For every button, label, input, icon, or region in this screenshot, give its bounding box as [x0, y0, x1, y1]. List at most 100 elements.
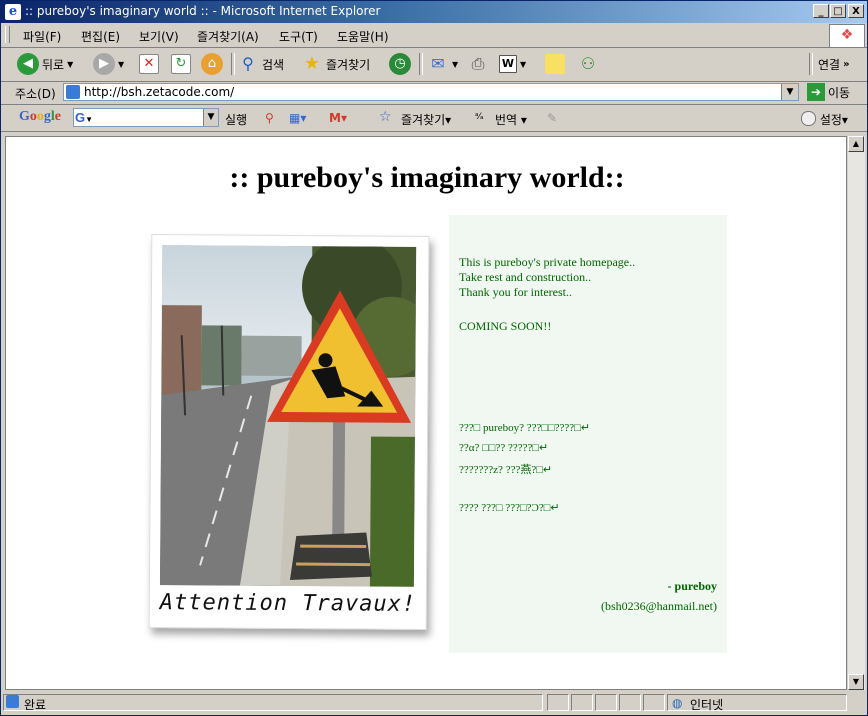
standard-toolbar: ◀ 뒤로 ▼ ▶ ▼ ✕ ↻ ⌂ ⚲ 검색 ★ 즐겨찾기 ◷ ✉ ▼ ⎙ W ▼…	[1, 48, 867, 82]
note-icon	[545, 54, 565, 74]
intro-line-1: This is pureboy's private homepage..	[459, 255, 636, 269]
intro-panel: This is pureboy's private homepage.. Tak…	[449, 215, 727, 653]
printer-icon: ⎙	[471, 54, 485, 73]
home-icon: ⌂	[201, 53, 223, 75]
menu-file[interactable]: 파일(F)	[23, 28, 61, 45]
polaroid-photo: Attention Travaux!	[148, 234, 430, 630]
favorites-button[interactable]: ★ 즐겨찾기	[301, 52, 370, 76]
status-cell-5	[643, 694, 665, 711]
back-dropdown-icon: ▼	[67, 59, 74, 69]
history-button[interactable]: ◷	[389, 52, 411, 76]
home-button[interactable]: ⌂	[201, 52, 223, 76]
search-icon: ⚲	[242, 54, 254, 73]
garbled-line-1: ???□ pureboy? ???□□????□↵	[459, 422, 591, 434]
google-translate-button[interactable]: 번역 ▾	[495, 111, 527, 128]
print-button[interactable]: ⎙	[467, 52, 489, 76]
forward-dropdown-icon: ▼	[118, 59, 125, 69]
google-favorites-button[interactable]: 즐겨찾기▾	[401, 111, 451, 128]
google-translate-label: 번역	[495, 113, 518, 127]
menu-favorites[interactable]: 즐겨찾기(A)	[197, 28, 259, 45]
favorites-label: 즐겨찾기	[326, 57, 371, 72]
window-title: :: pureboy's imaginary world :: - Micros…	[25, 4, 381, 18]
settings-circle-icon	[801, 111, 816, 126]
toolbar-separator	[231, 53, 235, 75]
back-arrow-icon: ◀	[17, 53, 39, 75]
google-search-dropdown-icon[interactable]: ▼	[203, 109, 218, 126]
google-favorites-label: 즐겨찾기	[401, 113, 446, 127]
star-icon: ★	[303, 53, 321, 74]
google-logo: Google	[19, 109, 61, 124]
photo-caption: Attention Travaux!	[159, 590, 417, 617]
status-cell-4	[619, 694, 641, 711]
title-bar: e :: pureboy's imaginary world :: - Micr…	[1, 1, 867, 23]
globe-icon: ◍	[672, 696, 683, 710]
intro-line-3: Thank you for interest..	[459, 285, 572, 299]
edit-dropdown-icon: ▼	[520, 59, 527, 69]
refresh-icon: ↻	[171, 54, 191, 74]
minimize-button[interactable]: _	[813, 4, 829, 18]
address-dropdown-icon[interactable]: ▼	[781, 84, 798, 100]
go-label: 이동	[828, 85, 851, 100]
garbled-line-3: ???????z? ???燕?□↵	[459, 464, 553, 476]
menu-tools[interactable]: 도구(T)	[279, 28, 318, 45]
discuss-button[interactable]	[545, 52, 565, 76]
maximize-button[interactable]: □	[830, 4, 846, 18]
map-pin-icon[interactable]: ⚲	[265, 111, 274, 125]
edit-button[interactable]: W ▼	[499, 52, 526, 76]
address-input[interactable]: http://bsh.zetacode.com/ ▼	[63, 83, 799, 101]
google-search-input[interactable]: G▼ ▼	[73, 108, 219, 127]
page-icon	[66, 85, 80, 99]
menu-grip	[5, 26, 10, 43]
browser-window: e :: pureboy's imaginary world :: - Micr…	[0, 0, 868, 716]
address-label: 주소(D)	[15, 87, 56, 101]
scroll-down-icon[interactable]: ▼	[848, 674, 864, 690]
forward-arrow-icon: ▶	[93, 53, 115, 75]
refresh-button[interactable]: ↻	[171, 52, 191, 76]
google-run-button[interactable]: 실행	[225, 111, 247, 128]
forward-button[interactable]: ▶ ▼	[93, 52, 124, 76]
status-text: 완료	[24, 698, 47, 712]
pencil-icon[interactable]: ✎	[547, 111, 557, 125]
google-toolbar: Google G▼ ▼ 실행 ⚲ ▦▾ M▾ ☆ 즐겨찾기▾ ᵃ⁄ₐ 번역 ▾ …	[1, 105, 867, 132]
google-star-icon[interactable]: ☆	[379, 109, 392, 125]
google-settings-button[interactable]: 설정▾	[801, 111, 848, 128]
page-done-icon	[6, 695, 19, 708]
go-arrow-icon: ➔	[807, 83, 825, 101]
back-button[interactable]: ◀ 뒤로 ▼	[17, 52, 73, 76]
google-settings-label: 설정	[819, 113, 842, 127]
page-title: :: pureboy's imaginary world::	[229, 161, 625, 194]
go-button[interactable]: ➔ 이동	[807, 83, 850, 101]
stop-icon: ✕	[139, 54, 159, 74]
stop-button[interactable]: ✕	[139, 52, 159, 76]
status-zone: 인터넷	[690, 698, 724, 712]
construction-photo	[159, 245, 417, 587]
menu-edit[interactable]: 편집(E)	[81, 28, 120, 45]
word-icon: W	[499, 55, 517, 73]
menu-view[interactable]: 보기(V)	[139, 28, 179, 45]
web-content: :: pureboy's imaginary world:: Attention…	[5, 136, 847, 690]
vertical-scrollbar[interactable]: ▲ ▼	[847, 136, 865, 690]
address-url[interactable]: http://bsh.zetacode.com/	[84, 85, 234, 99]
gmail-icon[interactable]: M▾	[329, 111, 347, 125]
search-label: 검색	[262, 57, 285, 72]
status-text-cell: 완료	[3, 694, 543, 712]
status-bar: 완료 ◍ 인터넷	[1, 691, 867, 715]
messenger-icon: ⚇	[580, 54, 596, 73]
close-button[interactable]: X	[848, 4, 864, 18]
links-button[interactable]: 연결 »	[818, 52, 850, 76]
menu-help[interactable]: 도움말(H)	[337, 28, 389, 45]
search-button[interactable]: ⚲ 검색	[237, 52, 284, 76]
intro-line-2: Take rest and construction..	[459, 270, 592, 284]
toolbar-separator-3	[809, 53, 813, 75]
status-zone-cell: ◍ 인터넷	[667, 694, 847, 712]
mail-button[interactable]: ✉ ▼	[427, 52, 458, 76]
toolbar-separator-2	[419, 53, 423, 75]
status-cell-1	[547, 694, 569, 711]
messenger-button[interactable]: ⚇	[577, 52, 599, 76]
scroll-up-icon[interactable]: ▲	[848, 136, 864, 152]
translate-icon: ᵃ⁄ₐ	[475, 112, 484, 122]
google-g-icon: G▼	[75, 110, 94, 125]
signature: - pureboy	[667, 579, 717, 593]
calendar-icon[interactable]: ▦▾	[289, 111, 306, 125]
menu-bar: 파일(F) 편집(E) 보기(V) 즐겨찾기(A) 도구(T) 도움말(H) ❖	[1, 23, 867, 48]
